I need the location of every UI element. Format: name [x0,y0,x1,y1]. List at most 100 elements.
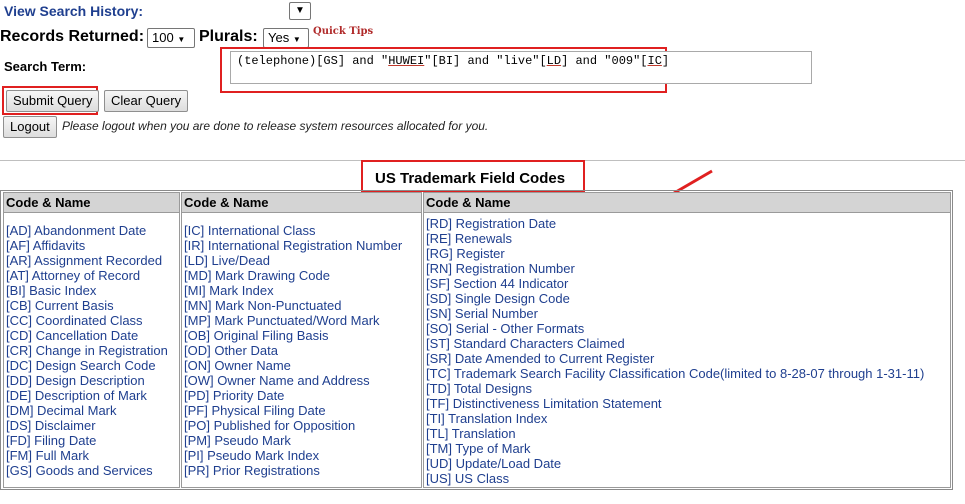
field-code-link[interactable]: [CD] Cancellation Date [6,328,138,343]
field-code-link[interactable]: [MP] Mark Punctuated/Word Mark [184,313,380,328]
field-codes-table: Code & Name [AD] Abandonment Date [AF] Af… [0,190,953,490]
view-search-history-link[interactable]: View Search History: [4,3,143,19]
field-code-item: [OW] Owner Name and Address [184,373,402,388]
field-code-item: [LD] Live/Dead [184,253,402,268]
field-code-link[interactable]: [RE] Renewals [426,231,512,246]
field-code-link[interactable]: [RN] Registration Number [426,261,575,276]
field-code-link[interactable]: [UD] Update/Load Date [426,456,561,471]
field-code-link[interactable]: [AR] Assignment Recorded [6,253,162,268]
search-term-segment: (telephone)[GS] and " [237,54,389,68]
field-code-link[interactable]: [LD] Live/Dead [184,253,270,268]
search-term-segment: ] and "009"[ [561,54,648,68]
field-code-link[interactable]: [AF] Affidavits [6,238,85,253]
field-code-item: [DS] Disclaimer [6,418,168,433]
field-code-link[interactable]: [TD] Total Designs [426,381,532,396]
field-code-link[interactable]: [OD] Other Data [184,343,278,358]
field-code-item: [TD] Total Designs [426,381,924,396]
field-code-link[interactable]: [SN] Serial Number [426,306,538,321]
field-code-link[interactable]: [CR] Change in Registration [6,343,168,358]
field-code-item: [RE] Renewals [426,231,924,246]
field-code-link[interactable]: [MD] Mark Drawing Code [184,268,330,283]
field-code-item: [PO] Published for Opposition [184,418,402,433]
field-code-item: [AT] Attorney of Record [6,268,168,283]
field-code-link[interactable]: [IR] International Registration Number [184,238,402,253]
field-code-item: [TF] Distinctiveness Limitation Statemen… [426,396,924,411]
field-code-link[interactable]: [DD] Design Description [6,373,145,388]
field-code-item: [RN] Registration Number [426,261,924,276]
search-term-segment: "[BI] and "live"[ [424,54,547,68]
column-items: [RD] Registration Date [RE] Renewals [RG] … [426,216,924,486]
field-code-link[interactable]: [TM] Type of Mark [426,441,531,456]
column-items: [IC] International Class [IR] Internation… [184,223,402,478]
search-term-segment: IC [647,54,662,68]
field-code-link[interactable]: [IC] International Class [184,223,316,238]
field-code-link[interactable]: [TI] Translation Index [426,411,547,426]
field-code-link[interactable]: [OW] Owner Name and Address [184,373,370,388]
search-term-input[interactable]: (telephone)[GS] and "HUWEI"[BI] and "liv… [230,51,812,84]
field-code-link[interactable]: [MI] Mark Index [184,283,274,298]
field-code-link[interactable]: [SD] Single Design Code [426,291,570,306]
field-code-link[interactable]: [PR] Prior Registrations [184,463,320,478]
field-code-link[interactable]: [DC] Design Search Code [6,358,156,373]
quick-tips-link[interactable]: Quick Tips [313,26,373,37]
field-code-link[interactable]: [SR] Date Amended to Current Register [426,351,654,366]
field-code-link[interactable]: [MN] Mark Non-Punctuated [184,298,342,313]
submit-query-button[interactable]: Submit Query [6,90,100,112]
history-dropdown[interactable]: ▼ [289,2,311,20]
field-code-link[interactable]: [CC] Coordinated Class [6,313,143,328]
field-code-item: [AR] Assignment Recorded [6,253,168,268]
field-code-link[interactable]: [SO] Serial - Other Formats [426,321,584,336]
field-code-link[interactable]: [GS] Goods and Services [6,463,153,478]
field-code-item: [US] US Class [426,471,924,486]
logout-note: Please logout when you are done to relea… [62,119,489,133]
field-code-item: [RG] Register [426,246,924,261]
logout-button[interactable]: Logout [3,116,57,138]
field-code-item: [DE] Description of Mark [6,388,168,403]
field-code-item: [PF] Physical Filing Date [184,403,402,418]
field-code-link[interactable]: [CB] Current Basis [6,298,114,313]
field-code-link[interactable]: [FM] Full Mark [6,448,89,463]
codes-column-2: Code & Name [IC] International Class [IR]… [181,192,422,488]
field-code-link[interactable]: [TC] Trademark Search Facility Classific… [426,366,924,381]
field-code-link[interactable]: [TF] Distinctiveness Limitation Statemen… [426,396,662,411]
field-code-item: [TM] Type of Mark [426,441,924,456]
field-code-link[interactable]: [DM] Decimal Mark [6,403,117,418]
clear-query-button[interactable]: Clear Query [104,90,189,112]
column-header: Code & Name [182,193,421,213]
field-code-item: [TL] Translation [426,426,924,441]
field-code-link[interactable]: [PO] Published for Opposition [184,418,355,433]
field-code-link[interactable]: [PF] Physical Filing Date [184,403,326,418]
field-code-link[interactable]: [US] US Class [426,471,509,486]
plurals-select[interactable]: Yes ▼ [263,28,309,48]
field-code-link[interactable]: [DE] Description of Mark [6,388,147,403]
field-code-link[interactable]: [RD] Registration Date [426,216,556,231]
field-code-link[interactable]: [OB] Original Filing Basis [184,328,329,343]
field-code-item: [SO] Serial - Other Formats [426,321,924,336]
field-code-item: [UD] Update/Load Date [426,456,924,471]
field-code-item: [FM] Full Mark [6,448,168,463]
field-code-item: [DM] Decimal Mark [6,403,168,418]
field-code-item: [GS] Goods and Services [6,463,168,478]
field-code-link[interactable]: [DS] Disclaimer [6,418,96,433]
field-code-link[interactable]: [BI] Basic Index [6,283,96,298]
field-code-link[interactable]: [PI] Pseudo Mark Index [184,448,319,463]
field-code-link[interactable]: [PM] Pseudo Mark [184,433,291,448]
field-code-item: [ST] Standard Characters Claimed [426,336,924,351]
field-code-link[interactable]: [ST] Standard Characters Claimed [426,336,625,351]
field-code-item: [SN] Serial Number [426,306,924,321]
field-code-item: [SR] Date Amended to Current Register [426,351,924,366]
field-code-link[interactable]: [ON] Owner Name [184,358,291,373]
field-code-link[interactable]: [PD] Priority Date [184,388,284,403]
field-code-link[interactable]: [FD] Filing Date [6,433,96,448]
records-returned-select[interactable]: 100 ▼ [147,28,195,48]
field-code-item: [PD] Priority Date [184,388,402,403]
field-code-link[interactable]: [TL] Translation [426,426,516,441]
field-code-link[interactable]: [AT] Attorney of Record [6,268,140,283]
field-code-link[interactable]: [RG] Register [426,246,505,261]
search-term-segment: ] [661,54,670,68]
field-code-link[interactable]: [SF] Section 44 Indicator [426,276,568,291]
field-code-item: [AD] Abandonment Date [6,223,168,238]
field-code-item: [TC] Trademark Search Facility Classific… [426,366,924,381]
codes-column-1: Code & Name [AD] Abandonment Date [AF] Af… [3,192,180,488]
field-code-link[interactable]: [AD] Abandonment Date [6,223,146,238]
